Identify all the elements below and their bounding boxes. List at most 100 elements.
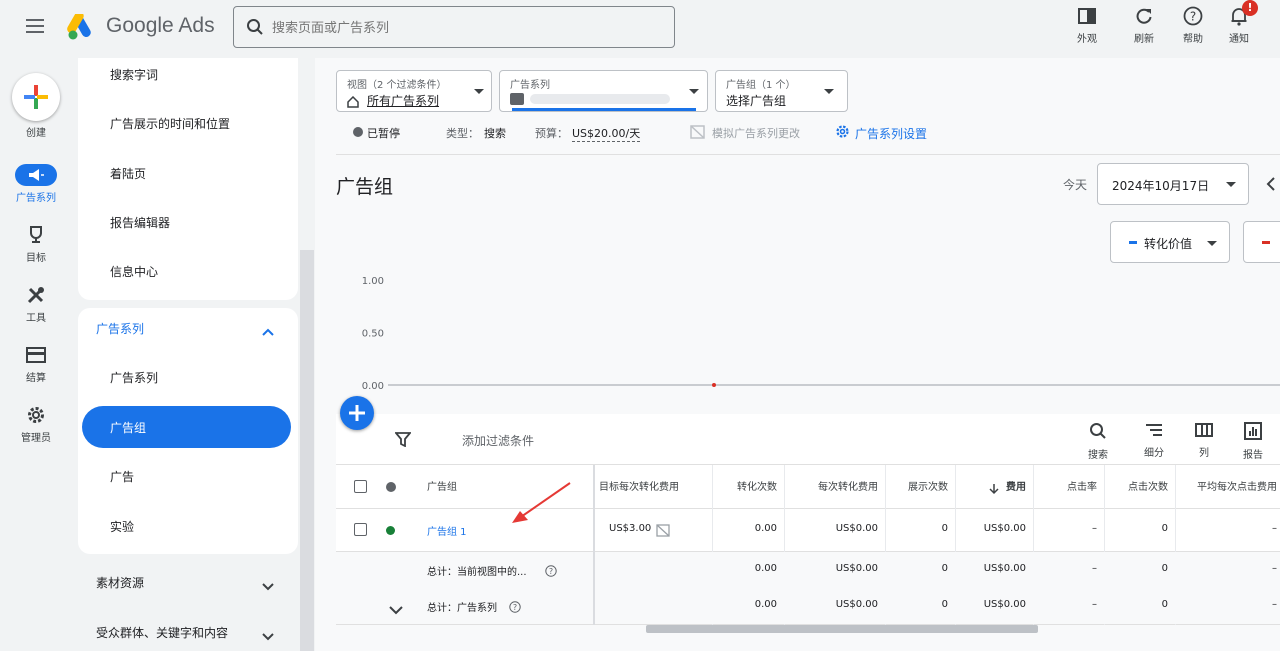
type-value: 搜索 [484,127,506,140]
nav-report-editor[interactable]: 报告编辑器 [110,214,170,231]
chevron-down-icon[interactable] [261,577,275,596]
nav-scrollbar[interactable] [300,250,314,651]
total-view-cost-per-conv: US$0.00 [835,563,878,574]
metric-1-color [1129,241,1137,244]
metric-selector-2[interactable] [1243,221,1280,263]
chevron-up-icon[interactable] [261,322,275,341]
total-view-label: 总计：当前视图中的... [427,567,527,578]
refresh-button[interactable]: 刷新 [1119,4,1169,45]
nav-campaigns-section[interactable]: 广告系列 [96,320,144,337]
report-button[interactable]: 报告 [1233,422,1273,461]
header-cost-per-conv[interactable]: 每次转化费用 [818,478,878,493]
simulate-link[interactable]: 模拟广告系列更改 [712,125,800,141]
budget-value[interactable]: US$20.00/天 [572,125,641,142]
nav-where-when[interactable]: 广告展示的时间和位置 [110,115,230,132]
adgroup-name-link[interactable]: 广告组 1 [427,523,467,538]
segment-label: 细分 [1144,448,1164,459]
notifications-label: 通知 [1229,34,1249,45]
nav-audiences[interactable]: 受众群体、关键字和内容 [96,624,228,641]
header-avg-cpc[interactable]: 平均每次点击费用 [1197,478,1277,493]
nav-adgroups[interactable]: 广告组 [110,419,146,436]
chevron-down-icon[interactable] [261,627,275,646]
table-horizontal-scrollbar[interactable] [646,625,1038,633]
campaign-underline [512,108,696,111]
nav-search-terms[interactable]: 搜索字词 [110,66,158,83]
menu-icon[interactable] [26,19,44,33]
cell-target-cpa[interactable]: US$3.00 [609,523,651,534]
cell-cost: US$0.00 [983,523,1026,534]
header-conversions[interactable]: 转化次数 [737,478,777,493]
add-filter[interactable]: 添加过滤条件 [462,432,534,449]
rail-billing[interactable]: 结算 [0,343,72,384]
appearance-icon [1062,4,1112,28]
appearance-button[interactable]: 外观 [1062,4,1112,45]
rail-goals-label: 目标 [26,253,46,264]
view-value: 所有广告系列 [367,94,440,108]
nav-ads[interactable]: 广告 [110,468,134,485]
expand-chevron-icon[interactable] [388,600,404,619]
metric-selector-1[interactable]: 转化价值 [1110,221,1230,263]
total-view-ctr: – [1092,563,1097,574]
filter-icon[interactable] [394,432,412,451]
divider [336,154,1280,155]
nav-dashboards[interactable]: 信息中心 [110,263,158,280]
help-label: 帮助 [1183,34,1203,45]
notifications-button[interactable]: 通知 ! [1214,0,1264,45]
total-view-clicks: 0 [1161,563,1168,574]
y-tick-label: 0.50 [362,329,384,340]
search-input[interactable] [272,17,662,39]
rail-campaigns[interactable]: 广告系列 [0,163,72,204]
search-box[interactable] [233,6,675,48]
help-button[interactable]: ? 帮助 [1168,4,1218,45]
home-icon [347,93,359,112]
total-view-avg-cpc: – [1272,563,1277,574]
header-ctr[interactable]: 点击率 [1067,478,1097,493]
header-impressions[interactable]: 展示次数 [908,478,948,493]
date-picker[interactable]: 2024年10月17日 [1097,163,1249,205]
rail-admin[interactable]: 管理员 [0,403,72,444]
header-cost[interactable]: 费用 [1006,478,1026,493]
create-button[interactable] [12,73,60,121]
nav-landing-pages[interactable]: 着陆页 [110,165,146,182]
svg-text:?: ? [549,567,553,576]
nav-experiments[interactable]: 实验 [110,518,134,535]
sort-down-icon [989,480,999,499]
help-icon[interactable]: ? [509,598,521,617]
total-campaign-clicks: 0 [1161,599,1168,610]
total-campaign-impressions: 0 [941,599,948,610]
header-target-cpa[interactable]: 目标每次转化费用 [599,478,707,493]
segment-icon [1134,422,1174,442]
segment-button[interactable]: 细分 [1134,422,1174,459]
add-adgroup-button[interactable] [340,396,374,430]
data-point[interactable] [712,383,716,387]
plus-icon [24,85,48,109]
row-checkbox[interactable] [354,523,367,536]
total-campaign-avg-cpc: – [1272,599,1277,610]
adgroup-selector[interactable]: 广告组（1 个） 选择广告组 [715,70,848,112]
enabled-status-icon[interactable] [386,526,395,535]
megaphone-icon [15,164,57,186]
cell-impressions: 0 [941,523,948,534]
view-selector[interactable]: 视图（2 个过滤条件） 所有广告系列 [336,70,492,112]
nav-assets[interactable]: 素材资源 [96,574,144,591]
header-clicks[interactable]: 点击次数 [1128,478,1168,493]
campaign-selector[interactable]: 广告系列 [499,70,708,112]
nav-campaigns[interactable]: 广告系列 [110,369,158,386]
total-view-cost: US$0.00 [983,563,1026,574]
metric-1-dropdown-icon [1207,241,1217,246]
rail-goals[interactable]: 目标 [0,223,72,264]
columns-button[interactable]: 列 [1184,422,1224,459]
create-label: 创建 [26,128,46,139]
help-icon[interactable]: ? [545,562,557,581]
simulator-icon [656,522,670,541]
view-dropdown-icon [474,89,484,94]
rail-tools[interactable]: 工具 [0,283,72,324]
header-adgroup[interactable]: 广告组 [427,478,457,493]
y-tick-label: 1.00 [362,276,384,287]
campaign-settings-link[interactable]: 广告系列设置 [855,125,927,142]
select-all-checkbox[interactable] [354,480,367,493]
adgroup-value: 选择广告组 [726,94,787,108]
table-search-button[interactable]: 搜索 [1078,422,1118,461]
chevron-left-icon[interactable] [1266,176,1276,195]
budget-label: 预算： [535,127,568,140]
